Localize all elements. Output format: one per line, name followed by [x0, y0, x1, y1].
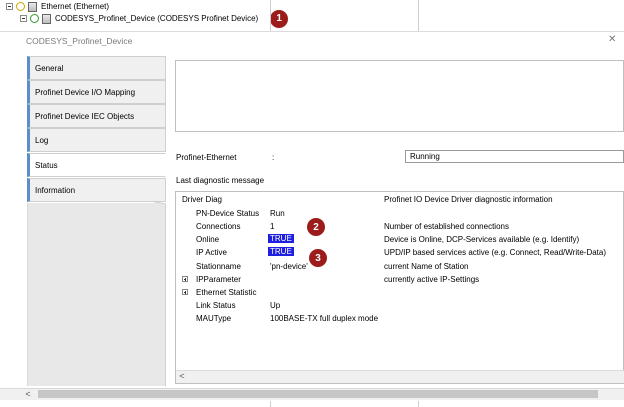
bottom-strip — [0, 400, 624, 407]
diag-row-value: TRUE — [268, 247, 294, 256]
diag-row-value: 100BASE-TX full duplex mode — [270, 314, 379, 323]
column-divider — [270, 401, 271, 407]
diag-row-name: Ethernet Statistic — [196, 288, 257, 297]
diag-header-desc: Profinet IO Device Driver diagnostic inf… — [384, 195, 553, 204]
tab-io-mapping[interactable]: Profinet Device I/O Mapping — [27, 80, 166, 104]
diag-row-name: IPParameter — [196, 275, 241, 284]
diag-row-name: Stationname — [196, 262, 241, 271]
dialog-title: CODESYS_Profinet_Device — [26, 36, 133, 46]
expand-icon[interactable] — [182, 276, 188, 282]
inner-horizontal-scrollbar[interactable] — [176, 370, 624, 383]
diag-row-name: MAUType — [196, 314, 232, 323]
diag-row-name: IP Active — [196, 248, 227, 257]
tree-item-label: Ethernet (Ethernet) — [41, 2, 110, 11]
tab-label: General — [35, 63, 64, 73]
tab-label: Information — [35, 185, 76, 195]
tree-item-profinet-device[interactable]: CODESYS_Profinet_Device (CODESYS Profine… — [20, 9, 289, 28]
state-value: Running — [410, 152, 440, 161]
connection-icon — [30, 14, 39, 23]
tree-item-label: CODESYS_Profinet_Device (CODESYS Profine… — [55, 14, 259, 23]
diag-row-value: TRUE — [268, 234, 294, 243]
tab-strip: General Profinet Device I/O Mapping Prof… — [27, 56, 166, 386]
column-divider — [418, 401, 419, 407]
diag-row-value: Up — [270, 301, 281, 310]
scrollbar-thumb[interactable] — [38, 390, 598, 398]
tab-log[interactable]: Log — [27, 128, 166, 152]
tab-status[interactable]: Status — [27, 153, 166, 177]
scroll-left-icon[interactable]: < — [22, 388, 34, 400]
ethernet-icon — [16, 2, 25, 11]
column-divider — [418, 0, 419, 34]
annotation-badge-1: 1 — [270, 9, 289, 28]
diag-row-value: 'pn-device' — [270, 262, 308, 271]
diag-row-desc: currently active IP-Settings — [384, 275, 480, 284]
diag-header-name: Driver Diag — [182, 195, 223, 204]
tab-label: Profinet Device I/O Mapping — [35, 87, 136, 97]
profinet-ethernet-label: Profinet-Ethernet — [176, 153, 237, 162]
diag-row-value: 1 — [270, 222, 275, 231]
column-divider — [270, 0, 271, 34]
project-tree: Ethernet (Ethernet) CODESYS_Profinet_Dev… — [0, 0, 624, 34]
tab-general[interactable]: General — [27, 56, 166, 80]
close-icon[interactable]: ✕ — [608, 35, 618, 45]
dialog-title-bar[interactable]: CODESYS_Profinet_Device ✕ — [0, 31, 624, 52]
diag-row-desc: Number of established connections — [384, 222, 509, 231]
annotation-badge-2: 2 — [307, 218, 325, 236]
diag-row-desc: Device is Online, DCP-Services available… — [384, 235, 580, 244]
diag-row-value: Run — [270, 209, 285, 218]
collapse-icon[interactable] — [6, 3, 13, 10]
tab-label: Log — [35, 135, 49, 145]
diag-row-name: Link Status — [196, 301, 236, 310]
expand-icon[interactable] — [182, 289, 188, 295]
diag-row-desc: current Name of Station — [384, 262, 469, 271]
tab-label: Profinet Device IEC Objects — [35, 111, 135, 121]
device-icon — [28, 1, 37, 12]
top-info-panel — [175, 60, 624, 132]
collapse-icon[interactable] — [20, 15, 27, 22]
last-diagnostic-label: Last diagnostic message — [176, 176, 265, 185]
annotation-badge-3: 3 — [309, 249, 327, 267]
tab-label: Status — [35, 160, 58, 170]
diag-row-desc: UPD/IP based services active (e.g. Conne… — [384, 248, 607, 257]
state-field: Running — [405, 150, 624, 163]
tab-information[interactable]: Information — [27, 178, 166, 202]
device-icon — [42, 13, 51, 24]
diag-row-name: PN-Device Status — [196, 209, 260, 218]
label-colon: : — [272, 153, 275, 162]
diag-row-name: Connections — [196, 222, 241, 231]
tab-iec-objects[interactable]: Profinet Device IEC Objects — [27, 104, 166, 128]
scroll-left-icon[interactable]: < — [176, 370, 188, 382]
diag-row-name: Online — [196, 235, 220, 244]
